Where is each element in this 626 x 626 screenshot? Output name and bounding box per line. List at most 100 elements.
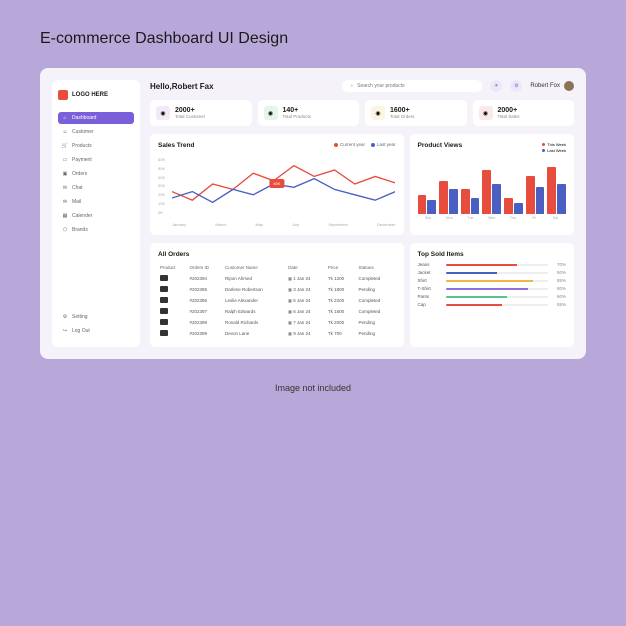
bar xyxy=(547,167,556,214)
table-row[interactable]: #202396Leslie Alexander▦ 5 Jan 24Tk 2200… xyxy=(158,295,396,306)
bar-group xyxy=(504,198,523,215)
bar xyxy=(492,184,501,214)
progress-bar xyxy=(446,296,548,298)
customer-name: Ronald Richards xyxy=(223,317,286,328)
stat-icon: ◉ xyxy=(479,106,493,120)
legend-item: This Week xyxy=(542,142,566,147)
bar xyxy=(557,184,566,214)
legend-item: Current year xyxy=(334,142,365,147)
bar-group xyxy=(439,181,458,214)
stat-label: Total Sales xyxy=(498,114,520,119)
logo[interactable]: LOGO HERE xyxy=(58,90,134,100)
y-tick: 10K xyxy=(158,201,165,206)
progress-bar xyxy=(446,264,548,266)
nav-label: Dashboard xyxy=(72,115,96,121)
sidebar-item-setting[interactable]: ⚙Setting xyxy=(58,311,134,323)
stat-value: 2000+ xyxy=(498,107,520,114)
x-tick: January xyxy=(172,222,186,227)
stat-card: ◉ 140+Total Products xyxy=(258,100,360,126)
column-header: Orders ID xyxy=(187,262,223,273)
item-name: Cap xyxy=(418,302,442,307)
nav-label: Brands xyxy=(72,227,88,233)
table-row[interactable]: #202398Ronald Richards▦ 7 Jan 24Tk 2000P… xyxy=(158,317,396,328)
bar-label: Sun xyxy=(418,216,439,220)
order-id: #202399 xyxy=(187,328,223,339)
bar xyxy=(536,187,545,215)
table-row[interactable]: #202397Ralph Edwards▦ 6 Jan 24Tk 1600Com… xyxy=(158,306,396,317)
x-tick: July xyxy=(292,222,299,227)
bar-label: Mon xyxy=(439,216,460,220)
user-icon: ☺ xyxy=(62,129,68,135)
customer-name: Ralph Edwards xyxy=(223,306,286,317)
views-legend: This WeekLast Week xyxy=(542,142,566,153)
customer-name: Darlene Robertson xyxy=(223,284,286,295)
price: Tk 700 xyxy=(326,328,357,339)
search-input[interactable] xyxy=(357,83,474,89)
table-row[interactable]: #202395Darlene Robertson▦ 3 Jan 24Tk 180… xyxy=(158,284,396,295)
sidebar-item-customer[interactable]: ☺Customer xyxy=(58,126,134,138)
x-tick: March xyxy=(215,222,226,227)
sidebar-item-log-out[interactable]: ↪Log Out xyxy=(58,325,134,337)
sidebar-item-mail[interactable]: ✉Mail xyxy=(58,196,134,208)
bar xyxy=(439,181,448,214)
orders-title: All Orders xyxy=(158,251,396,258)
stat-label: Total Products xyxy=(283,114,312,119)
x-tick: December xyxy=(377,222,395,227)
y-tick: 60K xyxy=(158,157,165,162)
user-name: Robert Fox xyxy=(530,83,560,89)
price: Tk 2000 xyxy=(326,317,357,328)
product-views-card: Product Views This WeekLast Week SunMonT… xyxy=(410,134,574,235)
order-date: ▦ 5 Jan 24 xyxy=(286,295,326,306)
bar xyxy=(526,176,535,215)
status: Pending xyxy=(357,317,396,328)
user-menu[interactable]: Robert Fox xyxy=(530,81,574,91)
stat-icon: ◉ xyxy=(264,106,278,120)
sidebar-item-chat[interactable]: ✉Chat xyxy=(58,182,134,194)
customer-name: Devon Lane xyxy=(223,328,286,339)
nav-label: Chat xyxy=(72,185,83,191)
order-date: ▦ 7 Jan 24 xyxy=(286,317,326,328)
settings-button[interactable]: ⚙ xyxy=(510,80,522,92)
column-header: Statues xyxy=(357,262,396,273)
y-tick: 30K xyxy=(158,183,165,188)
product-thumb-icon xyxy=(160,308,168,314)
bar-group xyxy=(526,176,545,215)
nav-label: Calender xyxy=(72,213,92,219)
sidebar-item-products[interactable]: 🛒Products xyxy=(58,140,134,152)
table-row[interactable]: #202394Ripon Ahmed▦ 1 Jan 24Tk 1200Compl… xyxy=(158,273,396,284)
bar-label: Tue xyxy=(460,216,481,220)
sidebar-item-dashboard[interactable]: ⌂Dashboard xyxy=(58,112,134,124)
product-thumb-icon xyxy=(160,286,168,292)
sidebar-item-calender[interactable]: ▦Calender xyxy=(58,210,134,222)
item-name: Shirt xyxy=(418,278,442,283)
sidebar-item-brands[interactable]: ⬠Brands xyxy=(58,224,134,236)
stat-value: 140+ xyxy=(283,107,312,114)
column-header: Date xyxy=(286,262,326,273)
notification-button[interactable]: ☀ xyxy=(490,80,502,92)
stat-value: 1600+ xyxy=(390,107,415,114)
sidebar-item-orders[interactable]: ▣Orders xyxy=(58,168,134,180)
stat-label: Total Customer xyxy=(175,114,205,119)
nav-label: Payment xyxy=(72,157,92,163)
status: Completed xyxy=(357,295,396,306)
item-pct: 80% xyxy=(552,286,566,291)
top-item-row: T-Shirt 80% xyxy=(418,286,566,291)
chart-tooltip: 45K xyxy=(269,179,284,188)
table-row[interactable]: #202399Devon Lane▦ 9 Jan 24Tk 700Pending xyxy=(158,328,396,339)
order-id: #202396 xyxy=(187,295,223,306)
nav-label: Products xyxy=(72,143,92,149)
stat-icon: ◉ xyxy=(156,106,170,120)
bar xyxy=(504,198,513,215)
settings-icon: ⚙ xyxy=(62,314,68,320)
search-box[interactable]: ⌕ xyxy=(342,80,482,92)
logo-text: LOGO HERE xyxy=(72,92,108,98)
stat-card: ◉2000+Total Customer xyxy=(150,100,252,126)
search-icon: ⌕ xyxy=(350,83,353,89)
sidebar-item-payment[interactable]: ▭Payment xyxy=(58,154,134,166)
item-name: T-Shirt xyxy=(418,286,442,291)
y-tick: 50K xyxy=(158,166,165,171)
column-header: Price xyxy=(326,262,357,273)
stat-card: ◉ 2000+Total Sales xyxy=(473,100,575,126)
legend-item: Last year xyxy=(371,142,396,147)
main-content: Hello,Robert Fax ⌕ ☀ ⚙ Robert Fox ◉2000+… xyxy=(150,80,574,347)
